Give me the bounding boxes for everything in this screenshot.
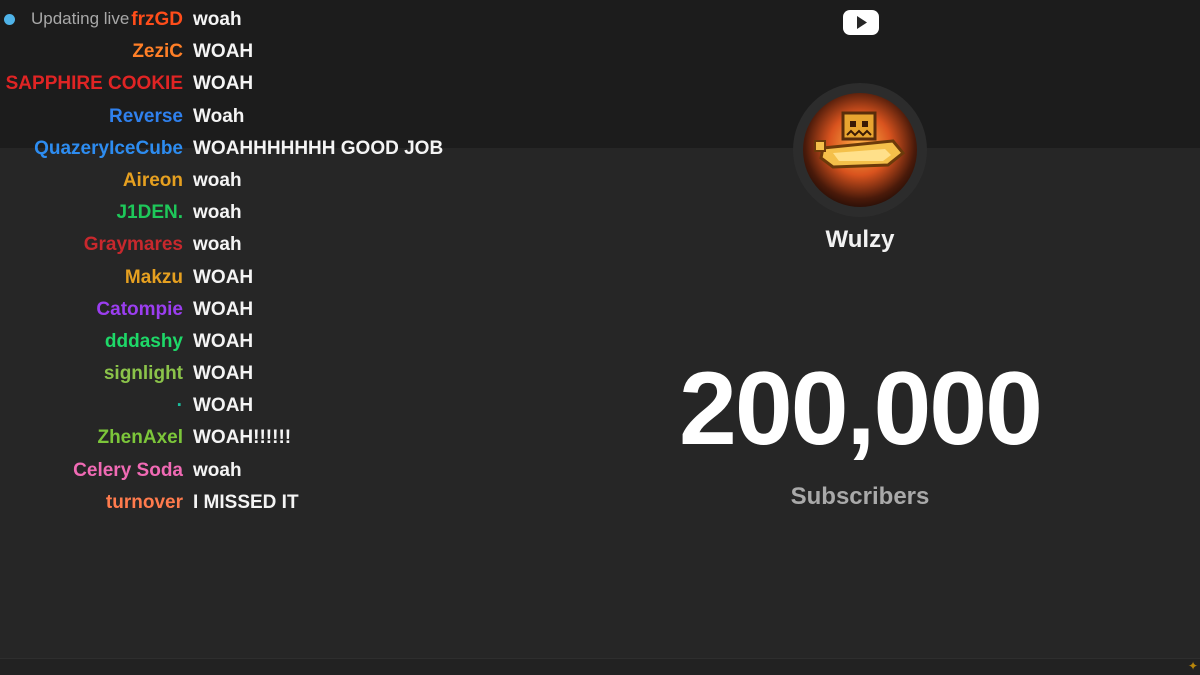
chat-text: WOAH bbox=[193, 73, 254, 95]
live-subscriber-counter: Updating live frzGD woah ZeziC WOAH K SAPPHI… bbox=[0, 0, 1200, 675]
chat-author[interactable]: dddashy bbox=[105, 326, 183, 358]
chat-author[interactable]: Reverse bbox=[109, 101, 183, 133]
chat-message: Makzu WOAH bbox=[0, 262, 520, 294]
chat-author[interactable]: Catompie bbox=[96, 294, 183, 326]
chat-author[interactable]: Aireon bbox=[123, 165, 183, 197]
chat-message: turnover I MISSED IT bbox=[0, 487, 520, 519]
chat-text: WOAH bbox=[193, 330, 254, 352]
chat-author[interactable]: Makzu bbox=[125, 262, 183, 294]
chat-author[interactable]: QuazeryIceCube bbox=[34, 133, 183, 165]
chat-author[interactable]: J1DEN. bbox=[116, 197, 183, 229]
chat-text: WOAH!!!!!! bbox=[193, 427, 292, 449]
chat-text: Woah bbox=[193, 105, 245, 127]
chat-message: J1DEN. woah bbox=[0, 197, 520, 229]
chat-message: ZhenAxel WOAH!!!!!! bbox=[0, 422, 520, 454]
chat-author[interactable]: frzGD bbox=[131, 4, 183, 36]
chat-text: WOAH bbox=[193, 41, 254, 63]
corner-sparkle-icon: ✦ bbox=[1187, 659, 1198, 673]
bottom-bar bbox=[0, 658, 1200, 675]
subscriber-count: 200,000 bbox=[679, 351, 1043, 467]
chat-author[interactable]: ZhenAxel bbox=[97, 422, 183, 454]
chat-message: ZeziC WOAH bbox=[0, 36, 520, 68]
chat-author[interactable]: turnover bbox=[106, 487, 183, 519]
chat-message: dddashy WOAH bbox=[0, 326, 520, 358]
chat-message: QuazeryIceCube WOAHHHHHHH GOOD JOB bbox=[0, 133, 520, 165]
chat-message: Aireon woah bbox=[0, 165, 520, 197]
chat-text: WOAHHHHHHH GOOD JOB bbox=[193, 137, 444, 159]
chat-text: I MISSED IT bbox=[193, 491, 299, 513]
chat-text: woah bbox=[193, 234, 242, 256]
chat-text: woah bbox=[193, 202, 242, 224]
chat-text: WOAH bbox=[193, 363, 254, 385]
channel-avatar[interactable] bbox=[793, 83, 927, 217]
chat-message: · WOAH bbox=[0, 390, 520, 422]
youtube-play-icon bbox=[843, 10, 879, 35]
chat-author[interactable]: signlight bbox=[104, 358, 183, 390]
chat-message: frzGD woah bbox=[0, 4, 520, 36]
channel-name[interactable]: Wulzy bbox=[700, 226, 1020, 254]
chat-text: WOAH bbox=[193, 266, 254, 288]
chat-message: signlight WOAH bbox=[0, 358, 520, 390]
chat-author[interactable]: K SAPPHIRE COOKIE bbox=[0, 68, 183, 100]
chat-author[interactable]: Celery Soda bbox=[73, 455, 183, 487]
chat-text: WOAH bbox=[193, 395, 254, 417]
chat-message: Celery Soda woah bbox=[0, 455, 520, 487]
chat-author[interactable]: ZeziC bbox=[132, 36, 183, 68]
chat-message: Reverse Woah bbox=[0, 101, 520, 133]
chat-text: woah bbox=[193, 9, 242, 30]
chat-text: woah bbox=[193, 169, 242, 191]
subscriber-label: Subscribers bbox=[790, 483, 930, 510]
chat-author[interactable]: Graymares bbox=[84, 229, 183, 261]
pixel-character-icon bbox=[803, 93, 917, 207]
chat-message: Catompie WOAH bbox=[0, 294, 520, 326]
chat-message: Graymares woah bbox=[0, 229, 520, 261]
chat-feed: frzGD woah ZeziC WOAH K SAPPHIRE COOKIE WOAH R… bbox=[0, 4, 520, 519]
chat-text: WOAH bbox=[193, 298, 254, 320]
chat-message: K SAPPHIRE COOKIE WOAH bbox=[0, 68, 520, 100]
chat-author[interactable]: · bbox=[177, 390, 183, 422]
chat-text: woah bbox=[193, 459, 242, 481]
